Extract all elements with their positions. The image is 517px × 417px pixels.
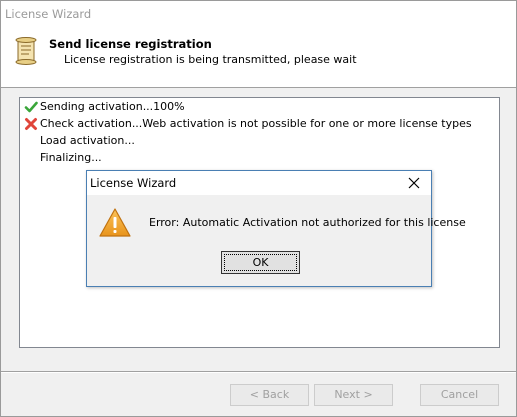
close-icon[interactable] <box>407 176 421 190</box>
wizard-header: Send license registration License regist… <box>1 27 516 88</box>
footer-separator <box>1 371 516 373</box>
log-line-text: Finalizing... <box>40 151 102 164</box>
dialog-message: Error: Automatic Activation not authoriz… <box>149 216 466 229</box>
ok-button-label: OK <box>252 256 269 269</box>
warning-icon <box>99 208 131 237</box>
checkmark-icon <box>24 101 38 113</box>
dialog-title: License Wizard <box>90 176 177 190</box>
header-title: Send license registration <box>49 37 212 51</box>
ok-button[interactable]: OK <box>221 251 300 274</box>
next-button[interactable]: Next > <box>314 384 393 406</box>
back-button[interactable]: < Back <box>230 384 309 406</box>
log-line-text: Check activation...Web activation is not… <box>40 117 472 130</box>
header-subtitle: License registration is being transmitte… <box>64 53 357 66</box>
window-title: License Wizard <box>5 7 92 21</box>
scroll-icon <box>15 37 37 65</box>
dialog-title-bar[interactable]: License Wizard <box>87 171 431 195</box>
cancel-button[interactable]: Cancel <box>420 384 499 406</box>
red-x-icon <box>25 118 37 130</box>
title-bar[interactable]: License Wizard <box>1 1 516 27</box>
log-line-text: Load activation... <box>40 134 135 147</box>
log-line-text: Sending activation...100% <box>40 100 185 113</box>
error-dialog: License Wizard Error: Automatic Activati… <box>86 170 466 287</box>
